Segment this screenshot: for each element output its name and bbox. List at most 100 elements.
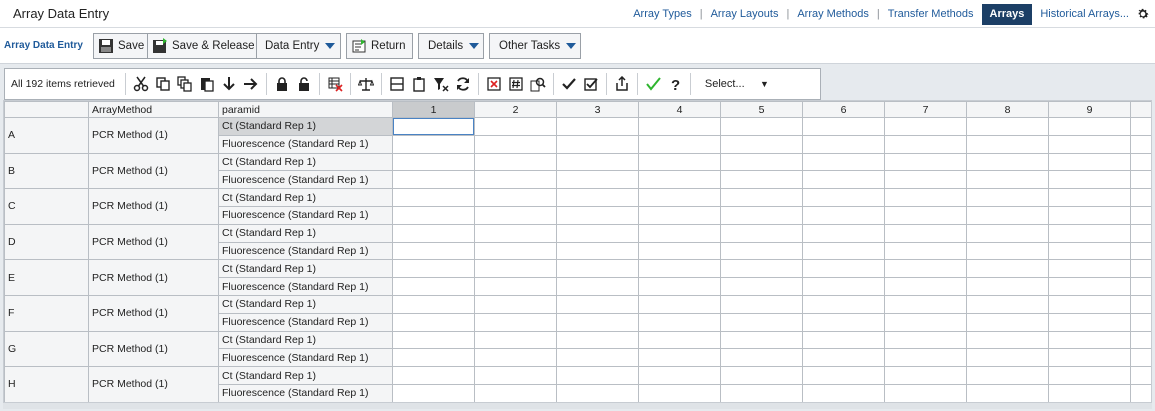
data-cell[interactable] — [638, 330, 721, 350]
data-cell[interactable] — [1048, 277, 1131, 296]
data-cell[interactable] — [720, 312, 803, 332]
data-cell[interactable] — [884, 277, 967, 296]
filter-clear-icon[interactable] — [430, 73, 452, 95]
data-cell[interactable] — [1048, 134, 1131, 154]
data-entry-dropdown[interactable]: Data Entry — [256, 33, 341, 59]
data-cell[interactable] — [720, 188, 803, 207]
help-icon[interactable]: ? — [664, 73, 686, 95]
data-cell[interactable] — [474, 170, 557, 190]
data-cell[interactable] — [1048, 223, 1131, 243]
select-dropdown[interactable]: Select... ▼ — [695, 78, 775, 90]
data-cell[interactable] — [474, 348, 557, 368]
data-cell[interactable] — [556, 294, 639, 314]
grid-column-header[interactable]: 5 — [720, 101, 803, 118]
lock-icon[interactable] — [271, 73, 293, 95]
copy-multiple-icon[interactable] — [174, 73, 196, 95]
data-cell[interactable] — [474, 117, 557, 136]
data-cell[interactable] — [884, 294, 967, 314]
data-cell[interactable] — [720, 348, 803, 368]
data-cell[interactable] — [802, 205, 885, 225]
other-tasks-dropdown[interactable]: Other Tasks — [489, 33, 581, 59]
horizontal-scrollbar[interactable] — [3, 403, 1152, 409]
gear-icon[interactable] — [1134, 5, 1152, 23]
data-cell[interactable] — [884, 241, 967, 261]
data-cell[interactable] — [556, 277, 639, 296]
data-cell[interactable] — [638, 205, 721, 225]
data-cell[interactable] — [474, 312, 557, 332]
save-release-button[interactable]: Save & Release — [147, 33, 257, 59]
data-cell[interactable] — [884, 259, 967, 279]
data-cell[interactable] — [720, 277, 803, 296]
grid-column-header[interactable]: 3 — [556, 101, 639, 118]
hash-icon[interactable] — [505, 73, 527, 95]
grid-column-header[interactable]: 1 — [392, 101, 475, 118]
data-cell[interactable] — [802, 223, 885, 243]
data-cell[interactable] — [638, 366, 721, 385]
data-cell[interactable] — [966, 152, 1049, 172]
data-cell[interactable] — [966, 259, 1049, 279]
data-cell[interactable] — [392, 152, 475, 172]
data-cell[interactable] — [556, 170, 639, 190]
data-cell[interactable] — [1048, 170, 1131, 190]
data-cell[interactable] — [556, 241, 639, 261]
data-cell[interactable] — [884, 312, 967, 332]
data-cell[interactable] — [802, 383, 885, 402]
data-cell[interactable] — [556, 348, 639, 368]
data-cell[interactable] — [720, 170, 803, 190]
data-cell[interactable] — [556, 383, 639, 402]
data-cell[interactable] — [638, 277, 721, 296]
data-cell[interactable] — [556, 152, 639, 172]
data-cell[interactable] — [720, 134, 803, 154]
data-cell[interactable] — [556, 366, 639, 385]
data-cell[interactable] — [638, 294, 721, 314]
data-cell[interactable] — [638, 170, 721, 190]
nav-historical-arrays[interactable]: Historical Arrays... — [1035, 8, 1134, 20]
data-cell[interactable] — [720, 117, 803, 136]
data-cell[interactable] — [1048, 294, 1131, 314]
data-cell[interactable] — [392, 117, 475, 136]
data-cell[interactable] — [1048, 383, 1131, 402]
cut-icon[interactable] — [130, 73, 152, 95]
details-dropdown[interactable]: Details — [418, 33, 484, 59]
data-cell[interactable] — [556, 330, 639, 350]
nav-transfer-methods[interactable]: Transfer Methods — [883, 8, 979, 20]
data-cell[interactable] — [802, 312, 885, 332]
data-cell[interactable] — [556, 205, 639, 225]
data-cell[interactable] — [638, 117, 721, 136]
data-cell[interactable] — [392, 277, 475, 296]
data-cell[interactable] — [474, 259, 557, 279]
data-cell[interactable] — [474, 366, 557, 385]
data-cell[interactable] — [474, 241, 557, 261]
data-cell[interactable] — [392, 241, 475, 261]
data-cell[interactable] — [392, 205, 475, 225]
data-cell[interactable] — [556, 312, 639, 332]
check-icon[interactable] — [558, 73, 580, 95]
data-cell[interactable] — [884, 152, 967, 172]
data-cell[interactable] — [392, 223, 475, 243]
data-cell[interactable] — [884, 366, 967, 385]
checkbox-icon[interactable] — [580, 73, 602, 95]
data-cell[interactable] — [802, 348, 885, 368]
data-cell[interactable] — [720, 205, 803, 225]
grid-column-header[interactable]: 9 — [1048, 101, 1131, 118]
data-cell[interactable] — [474, 294, 557, 314]
data-cell[interactable] — [884, 134, 967, 154]
data-cell[interactable] — [638, 241, 721, 261]
data-cell[interactable] — [966, 312, 1049, 332]
data-cell[interactable] — [720, 383, 803, 402]
data-cell[interactable] — [638, 383, 721, 402]
data-cell[interactable] — [392, 366, 475, 385]
data-cell[interactable] — [474, 223, 557, 243]
data-cell[interactable] — [720, 223, 803, 243]
data-cell[interactable] — [638, 134, 721, 154]
delete-cell-icon[interactable] — [483, 73, 505, 95]
data-cell[interactable] — [474, 188, 557, 207]
data-cell[interactable] — [392, 330, 475, 350]
data-cell[interactable] — [474, 383, 557, 402]
export-icon[interactable] — [611, 73, 633, 95]
data-cell[interactable] — [966, 348, 1049, 368]
refresh-icon[interactable] — [452, 73, 474, 95]
data-cell[interactable] — [638, 312, 721, 332]
grid-column-header[interactable]: 8 — [966, 101, 1049, 118]
data-cell[interactable] — [1048, 152, 1131, 172]
